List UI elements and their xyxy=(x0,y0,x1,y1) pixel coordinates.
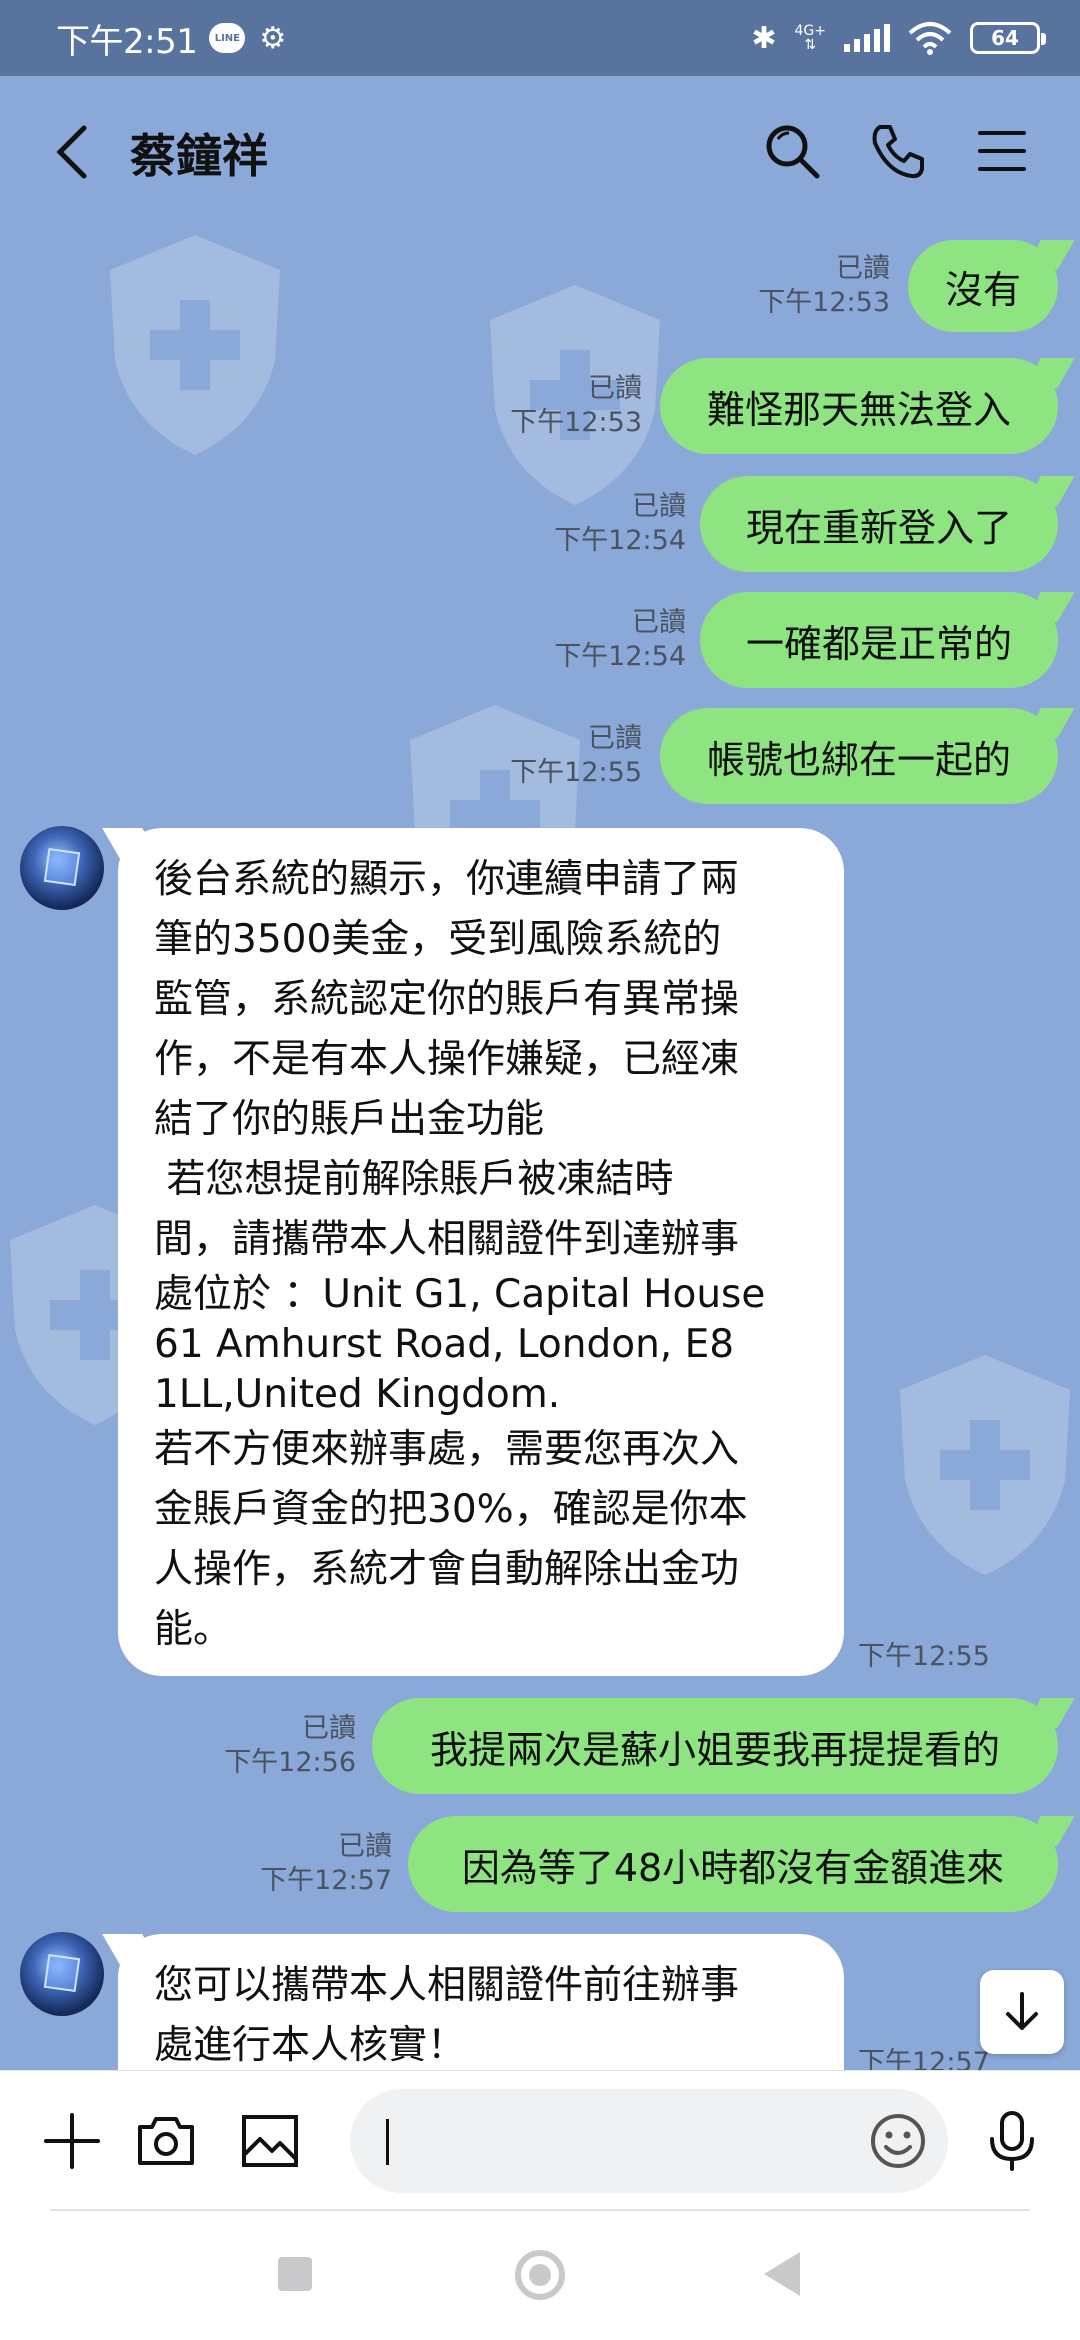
message-text: 現在重新登入了 xyxy=(745,505,1012,550)
message-text-line: 處位於 ：Unit G1, Capital House xyxy=(154,1272,766,1317)
message-text-line: 間，請攜帶本人相關證件到達辦事 xyxy=(154,1217,740,1262)
battery-icon: 64 xyxy=(970,22,1046,54)
read-receipt: 已讀 xyxy=(588,373,642,404)
message-text-line: 監管，系統認定你的賬戶有異常操 xyxy=(154,977,740,1022)
message-meta: 已讀 下午12:53 xyxy=(700,252,890,320)
image-icon[interactable] xyxy=(238,2109,302,2173)
divider xyxy=(50,2209,1030,2211)
outgoing-message[interactable]: 沒有 xyxy=(908,240,1058,332)
avatar[interactable] xyxy=(20,826,104,910)
network-activity-icon: ⇅ xyxy=(804,37,817,53)
message-time: 下午12:55 xyxy=(510,757,642,788)
message-time: 下午12:54 xyxy=(554,641,686,672)
message-text: 沒有 xyxy=(944,267,1021,312)
message-text-line: 作，不是有本人操作嫌疑，已經凍 xyxy=(154,1037,740,1082)
search-icon[interactable] xyxy=(762,121,822,181)
read-receipt: 已讀 xyxy=(632,607,686,638)
emoji-icon[interactable] xyxy=(868,2111,928,2171)
outgoing-message[interactable]: 我提兩次是蘇小姐要我再提提看的 xyxy=(372,1698,1058,1794)
message-text-line: 1LL,United Kingdom. xyxy=(154,1372,561,1417)
status-time: 下午2:51 xyxy=(56,21,198,62)
plus-icon[interactable] xyxy=(40,2109,104,2173)
outgoing-message[interactable]: 現在重新登入了 xyxy=(700,476,1058,572)
line-app-icon: LINE xyxy=(209,23,246,53)
status-bar: 下午2:51 LINE ⚙ ✱ 4G+ ⇅ 64 xyxy=(0,0,1080,76)
message-time: 下午12:53 xyxy=(758,287,890,318)
message-text: 一確都是正常的 xyxy=(745,621,1012,666)
bluetooth-icon: ✱ xyxy=(751,20,777,56)
message-text-line: 結了你的賬戶出金功能 xyxy=(154,1097,545,1142)
message-time: 下午12:56 xyxy=(224,1747,356,1778)
message-composer xyxy=(0,2070,1080,2220)
camera-icon[interactable] xyxy=(134,2109,198,2173)
outgoing-message[interactable]: 難怪那天無法登入 xyxy=(660,358,1058,454)
read-receipt: 已讀 xyxy=(338,1831,392,1862)
arrow-down-icon xyxy=(1006,1992,1038,2030)
contact-name: 蔡鐘祥 xyxy=(130,129,268,183)
scroll-to-bottom-button[interactable] xyxy=(980,1970,1064,2054)
message-text-line: 能。 xyxy=(154,1607,233,1652)
network-type: 4G+ ⇅ xyxy=(795,24,827,52)
back-arrow-icon[interactable] xyxy=(52,124,92,180)
message-time: 下午12:55 xyxy=(858,1641,990,1672)
message-meta: 已讀 下午12:54 xyxy=(494,606,686,674)
wifi-icon xyxy=(908,22,952,55)
home-button[interactable] xyxy=(515,2250,565,2300)
message-text-line: 筆的3500美金，受到風險系統的 xyxy=(154,917,722,962)
message-time: 下午12:57 xyxy=(858,2047,990,2070)
incoming-message[interactable]: 後台系統的顯示，你連續申請了兩 筆的3500美金，受到風險系統的 監管，系統認定… xyxy=(118,828,844,1676)
microphone-icon[interactable] xyxy=(980,2109,1044,2173)
message-time: 下午12:54 xyxy=(554,525,686,556)
recents-button[interactable] xyxy=(278,2257,312,2291)
chat-header: 蔡鐘祥 xyxy=(0,76,1080,226)
message-text-line: 61 Amhurst Road, London, E8 xyxy=(154,1322,735,1367)
outgoing-message[interactable]: 一確都是正常的 xyxy=(700,592,1058,688)
message-text-line: 金賬戶資金的把30%，確認是你本 xyxy=(154,1487,748,1532)
message-text-line: 若您想提前解除賬戶被凍結時 xyxy=(154,1157,674,1202)
message-text-line: 處進行本人核實！ xyxy=(154,2023,467,2068)
message-text: 難怪那天無法登入 xyxy=(706,387,1011,432)
outgoing-message[interactable]: 因為等了48小時都沒有金額進來 xyxy=(408,1816,1058,1912)
signal-icon xyxy=(844,24,890,52)
message-meta: 已讀 下午12:54 xyxy=(494,490,686,558)
incoming-message[interactable]: 您可以攜帶本人相關證件前往辦事 處進行本人核實！ xyxy=(118,1934,844,2070)
message-text: 我提兩次是蘇小姐要我再提提看的 xyxy=(429,1727,1000,1772)
read-receipt: 已讀 xyxy=(588,723,642,754)
read-receipt: 已讀 xyxy=(632,491,686,522)
outgoing-message[interactable]: 帳號也綁在一起的 xyxy=(660,708,1058,804)
menu-icon[interactable] xyxy=(972,121,1032,181)
message-text-line: 後台系統的顯示，你連續申請了兩 xyxy=(154,857,740,902)
message-time: 下午12:53 xyxy=(510,407,642,438)
message-text: 因為等了48小時都沒有金額進來 xyxy=(461,1845,1005,1890)
read-receipt: 已讀 xyxy=(302,1713,356,1744)
phone-icon[interactable] xyxy=(868,121,928,181)
gear-icon: ⚙ xyxy=(259,20,287,56)
avatar[interactable] xyxy=(20,1932,104,2016)
text-caret xyxy=(386,2119,389,2165)
read-receipt: 已讀 xyxy=(836,253,890,284)
message-time: 下午12:57 xyxy=(260,1865,392,1896)
message-text: 帳號也綁在一起的 xyxy=(706,737,1011,782)
message-text-line: 人操作，系統才會自動解除出金功 xyxy=(154,1547,740,1592)
system-navigation-bar xyxy=(0,2220,1080,2340)
message-meta: 已讀 下午12:53 xyxy=(450,372,642,440)
message-list[interactable]: 已讀 下午12:53 沒有 已讀 下午12:53 難怪那天無法登入 已讀 下午1… xyxy=(0,226,1080,2070)
message-input[interactable] xyxy=(350,2089,948,2193)
back-button[interactable] xyxy=(764,2252,800,2296)
message-meta: 已讀 下午12:56 xyxy=(164,1712,356,1780)
message-text-line: 您可以攜帶本人相關證件前往辦事 xyxy=(154,1963,740,2008)
message-meta: 已讀 下午12:55 xyxy=(450,722,642,790)
message-text-line: 若不方便來辦事處，需要您再次入 xyxy=(154,1427,740,1472)
message-meta: 已讀 下午12:57 xyxy=(200,1830,392,1898)
